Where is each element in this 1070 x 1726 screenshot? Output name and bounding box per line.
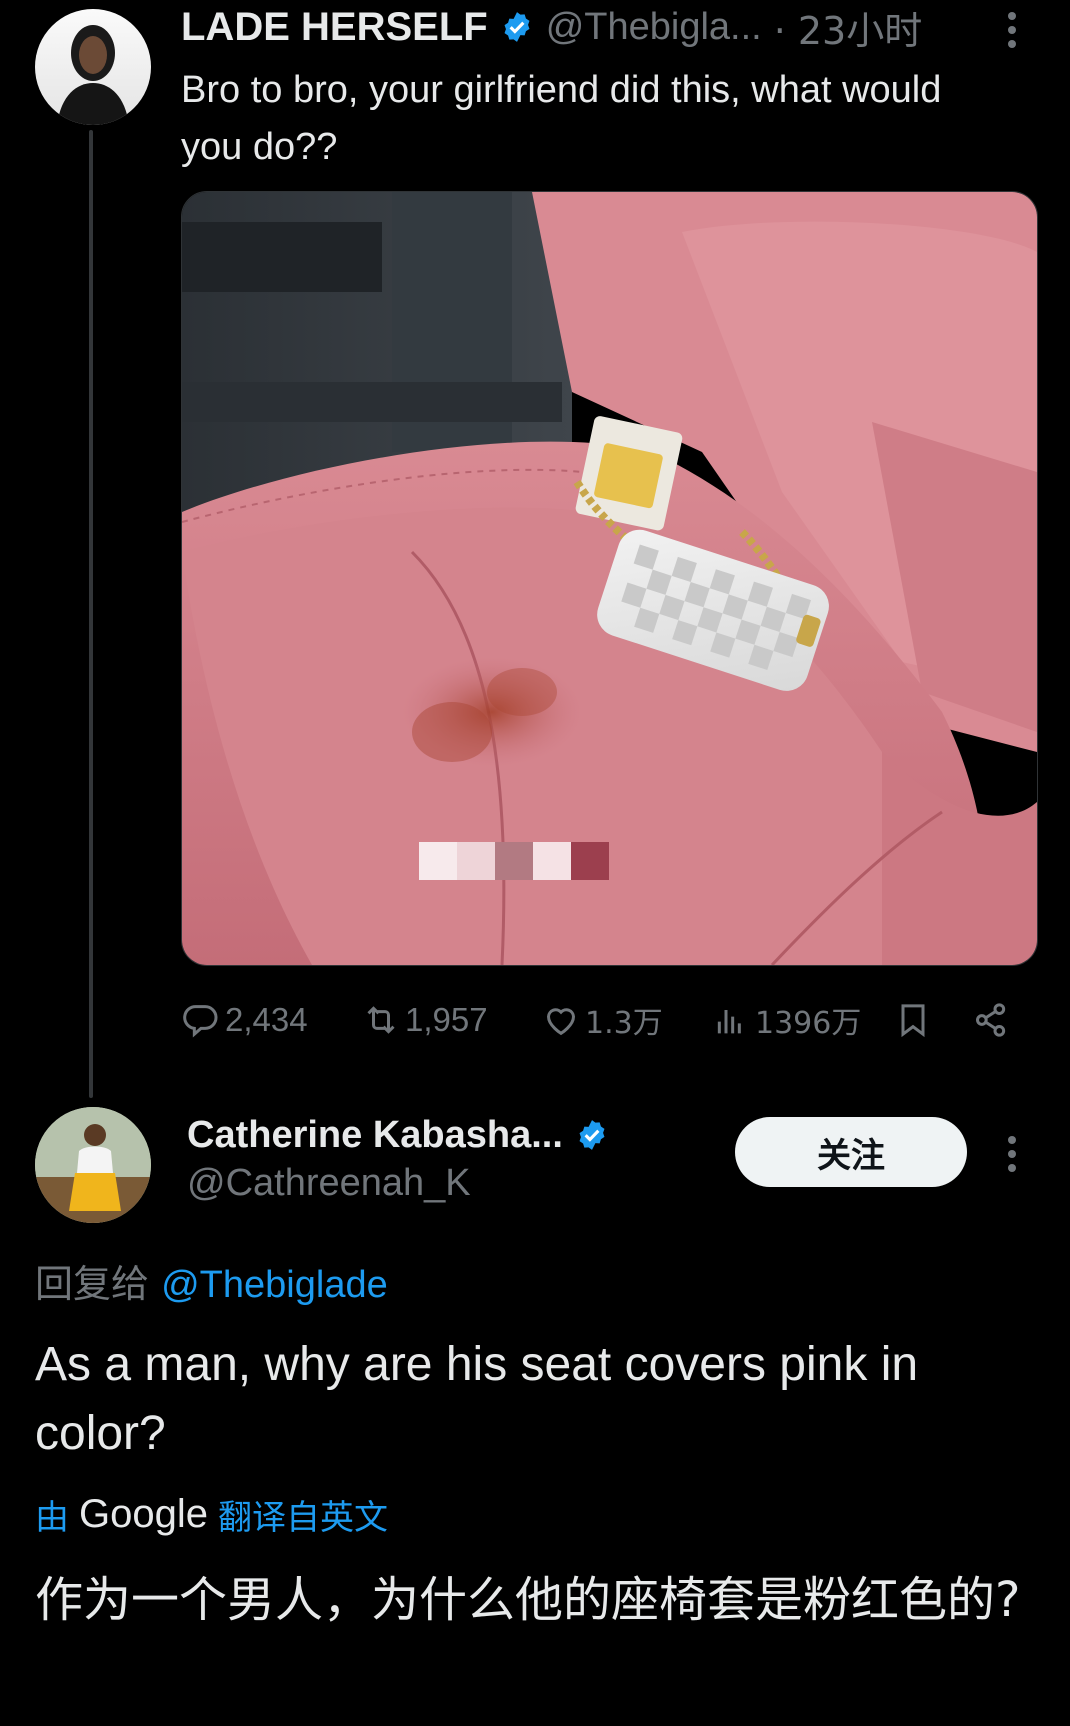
car-seat-photo — [182, 192, 1037, 965]
reply-author-handle[interactable]: @Cathreenah_K — [187, 1162, 471, 1205]
analytics-icon — [717, 1010, 741, 1034]
follow-button[interactable]: 关注 — [735, 1117, 967, 1187]
avatar[interactable] — [35, 9, 151, 125]
retweet-count: 1,957 — [405, 1001, 488, 1038]
reply-icon — [183, 1005, 218, 1038]
replying-to: 回复给 @Thebiglade — [35, 1253, 388, 1308]
replying-to-prefix: 回复给 — [35, 1262, 150, 1306]
tweet-action-bar: 2,434 1,957 1.3万 1396万 — [181, 995, 1036, 1045]
retweet-button[interactable]: 1,957 — [361, 995, 488, 1045]
reply-header: Catherine Kabasha... — [187, 1110, 609, 1160]
bookmark-button[interactable] — [893, 995, 933, 1045]
avatar-photo — [57, 25, 129, 125]
google-logo: Google — [79, 1492, 208, 1536]
heart-icon — [546, 1008, 576, 1036]
verified-badge-icon — [579, 1120, 605, 1150]
translation-attribution[interactable]: 由 Google 翻译自英文 — [35, 1490, 388, 1539]
reply-author-name[interactable]: Catherine Kabasha... — [187, 1114, 563, 1157]
more-options-icon[interactable] — [1003, 8, 1021, 59]
author-name[interactable]: LADE HERSELF — [181, 5, 488, 50]
view-count: 1396万 — [755, 1006, 862, 1041]
tweet-media-image[interactable] — [181, 191, 1038, 966]
author-handle[interactable]: @Thebigla... — [546, 6, 762, 49]
tweet-text: Bro to bro, your girlfriend did this, wh… — [181, 69, 942, 168]
like-count: 1.3万 — [585, 1006, 663, 1041]
reply-count: 2,434 — [225, 1001, 308, 1038]
reply-avatar-photo — [35, 1107, 151, 1223]
bookmark-icon — [901, 1004, 925, 1038]
share-icon — [976, 1003, 1006, 1037]
tweet-timestamp[interactable]: · 23小时 — [774, 0, 923, 55]
tweet-header: LADE HERSELF @Thebigla... · 23小时 — [181, 0, 923, 55]
reply-more-options-icon[interactable] — [1003, 1132, 1021, 1183]
share-button[interactable] — [971, 995, 1011, 1045]
retweet-icon — [367, 1006, 395, 1034]
verified-badge-icon — [504, 12, 530, 42]
translate-prefix: 由 — [35, 1498, 69, 1538]
views-button[interactable]: 1396万 — [711, 995, 861, 1045]
reply-text: As a man, why are his seat covers pink i… — [35, 1338, 919, 1460]
translated-text: 作为一个男人，为什么他的座椅套是粉红色的? — [35, 1572, 1021, 1628]
like-button[interactable]: 1.3万 — [541, 995, 663, 1045]
reply-avatar[interactable] — [35, 1107, 151, 1223]
thread-line — [89, 130, 93, 1098]
reply-button[interactable]: 2,434 — [181, 995, 308, 1045]
replying-to-mention[interactable]: @Thebiglade — [161, 1264, 388, 1306]
translate-suffix: 翻译自英文 — [217, 1498, 388, 1538]
